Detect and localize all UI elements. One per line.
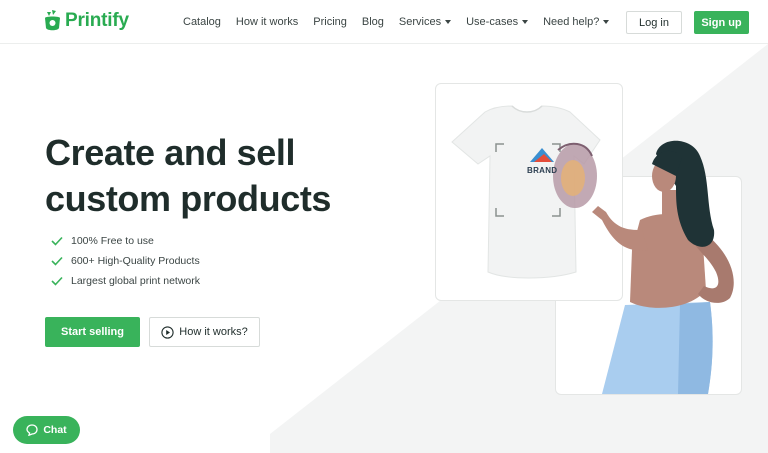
chevron-down-icon: [445, 20, 452, 24]
play-icon: [161, 325, 174, 339]
logo-wordmark: Printify: [65, 10, 129, 31]
nav-services[interactable]: Services: [398, 16, 452, 28]
nav-use-cases-label: Use-cases: [466, 16, 519, 28]
chevron-down-icon: [603, 20, 610, 24]
hero-title: Create and sell custom products: [45, 130, 331, 222]
feature-label: 100% Free to use: [71, 235, 154, 247]
nav-need-help[interactable]: Need help?: [543, 16, 610, 28]
nav-how-it-works[interactable]: How it works: [236, 16, 298, 28]
how-it-works-label: How it works?: [179, 326, 248, 338]
feature-label: Largest global print network: [71, 275, 200, 287]
check-icon: [50, 234, 64, 248]
feature-item: Largest global print network: [50, 271, 200, 291]
feature-list: 100% Free to use 600+ High-Quality Produ…: [50, 231, 200, 291]
woman-illustration: [592, 140, 734, 394]
chat-bubble-icon: [26, 424, 38, 436]
nav-catalog[interactable]: Catalog: [183, 16, 221, 28]
nav-how-it-works-label: How it works: [235, 16, 299, 28]
chevron-down-icon: [522, 20, 529, 24]
signup-button[interactable]: Sign up: [694, 11, 749, 34]
hero-title-line-1: Create and sell: [45, 132, 296, 173]
login-button[interactable]: Log in: [626, 11, 682, 34]
nav-use-cases[interactable]: Use-cases: [466, 16, 529, 28]
lion-art-image: [553, 142, 597, 208]
check-icon: [50, 254, 64, 268]
mockup-brand-label: BRAND: [527, 166, 558, 175]
hero-title-line-2: custom products: [45, 178, 332, 219]
site-header: Printify Catalog How it works Pricing Bl…: [0, 0, 768, 44]
nav-need-help-label: Need help?: [543, 16, 600, 28]
nav-pricing[interactable]: Pricing: [313, 16, 347, 28]
printify-logo-icon: [45, 10, 60, 31]
check-icon: [50, 274, 64, 288]
logo[interactable]: Printify: [44, 10, 129, 32]
nav-catalog-label: Catalog: [183, 16, 221, 28]
nav-services-label: Services: [398, 16, 442, 28]
feature-item: 600+ High-Quality Products: [50, 251, 200, 271]
start-selling-button[interactable]: Start selling: [45, 317, 140, 347]
hero-illustration: [451, 105, 734, 394]
how-it-works-button[interactable]: How it works?: [149, 317, 260, 347]
chat-label: Chat: [43, 424, 67, 436]
feature-label: 600+ High-Quality Products: [71, 255, 200, 267]
main-nav: Catalog How it works Pricing Blog Servic…: [183, 0, 624, 44]
nav-blog-label: Blog: [361, 16, 384, 28]
nav-blog[interactable]: Blog: [362, 16, 384, 28]
feature-item: 100% Free to use: [50, 231, 200, 251]
chat-button[interactable]: Chat: [13, 416, 80, 444]
nav-pricing-label: Pricing: [313, 16, 347, 28]
